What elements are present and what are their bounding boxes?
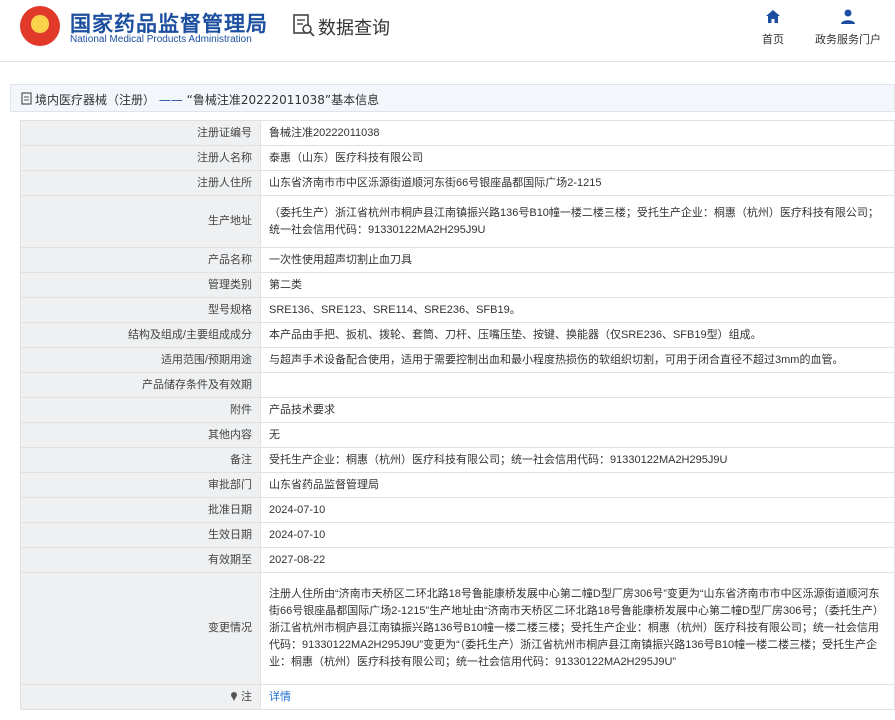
table-row: 批准日期 2024-07-10 [20,497,895,523]
site-header: ★ 国家药品监督管理局 National Medical Products Ad… [0,0,895,62]
field-value [260,372,895,398]
field-label: 适用范围/预期用途 [20,347,261,373]
field-value: 2027-08-22 [260,547,895,573]
table-row: 生产地址 （委托生产）浙江省杭州市桐庐县江南镇振兴路136号B10幢一楼二楼三楼… [20,195,895,248]
field-value: 注册人住所由“济南市天桥区二环北路18号鲁能康桥发展中心第二幢D型厂房306号”… [260,572,895,685]
breadcrumb-category[interactable]: 境内医疗器械（注册） [35,93,155,107]
section-title: 数据查询 [318,18,390,39]
field-value: 泰惠（山东）医疗科技有限公司 [260,145,895,171]
field-label: 结构及组成/主要组成成分 [20,322,261,348]
table-row: 审批部门 山东省药品监督管理局 [20,472,895,498]
table-row: 产品名称 一次性使用超声切割止血刀具 [20,247,895,273]
field-value: 2024-07-10 [260,522,895,548]
data-query-icon [293,14,315,37]
field-value: 山东省药品监督管理局 [260,472,895,498]
table-row: 适用范围/预期用途 与超声手术设备配合使用，适用于需要控制出血和最小程度热损伤的… [20,347,895,373]
field-value: 受托生产企业：桐惠（杭州）医疗科技有限公司；统一社会信用代码：91330122M… [260,447,895,473]
field-value: SRE136、SRE123、SRE114、SRE236、SFB19。 [260,297,895,323]
field-label: 产品储存条件及有效期 [20,372,261,398]
field-label: 注册人住所 [20,170,261,196]
table-row: 管理类别 第二类 [20,272,895,298]
field-label: 批准日期 [20,497,261,523]
home-icon [766,10,780,23]
field-label: 型号规格 [20,297,261,323]
field-value: 山东省济南市市中区泺源街道顺河东街66号银座晶都国际广场2-1215 [260,170,895,196]
table-row: 其他内容 无 [20,422,895,448]
table-row: 有效期至 2027-08-22 [20,547,895,573]
table-row: 注册人名称 泰惠（山东）医疗科技有限公司 [20,145,895,171]
field-value: 第二类 [260,272,895,298]
field-label: 附件 [20,397,261,423]
nav-home-label: 首页 [762,34,784,46]
field-value: 一次性使用超声切割止血刀具 [260,247,895,273]
brand-name-en: National Medical Products Administration [70,34,252,45]
field-label: 产品名称 [20,247,261,273]
field-value: 产品技术要求 [260,397,895,423]
field-value: 详情 [260,684,895,710]
field-label: 生效日期 [20,522,261,548]
field-value: 无 [260,422,895,448]
breadcrumb-text: 境内医疗器械（注册） —— “鲁械注准20222011038”基本信息 [35,91,379,108]
field-label: 备注 [20,447,261,473]
table-row: 注 详情 [20,684,895,710]
table-row: 注册人住所 山东省济南市市中区泺源街道顺河东街66号银座晶都国际广场2-1215 [20,170,895,196]
registration-info-table: 注册证编号 鲁械注准20222011038 注册人名称 泰惠（山东）医疗科技有限… [20,120,895,710]
nav-portal-label: 政务服务门户 [815,34,881,46]
breadcrumb: 境内医疗器械（注册） —— “鲁械注准20222011038”基本信息 [10,84,895,112]
table-row: 产品储存条件及有效期 [20,372,895,398]
nav-home[interactable]: 首页 [758,8,788,47]
table-row: 型号规格 SRE136、SRE123、SRE114、SRE236、SFB19。 [20,297,895,323]
national-emblem-logo: ★ [20,6,60,46]
table-row: 备注 受托生产企业：桐惠（杭州）医疗科技有限公司；统一社会信用代码：913301… [20,447,895,473]
breadcrumb-separator: —— [158,93,183,107]
field-label: 注册人名称 [20,145,261,171]
table-row: 生效日期 2024-07-10 [20,522,895,548]
table-row: 附件 产品技术要求 [20,397,895,423]
details-link[interactable]: 详情 [269,691,291,703]
nav-service-portal[interactable]: 政务服务门户 [812,8,884,47]
field-label: 变更情况 [20,572,261,685]
table-row: 变更情况 注册人住所由“济南市天桥区二环北路18号鲁能康桥发展中心第二幢D型厂房… [20,572,895,685]
table-row: 注册证编号 鲁械注准20222011038 [20,120,895,146]
field-label: 注 [20,684,261,710]
field-label: 生产地址 [20,195,261,248]
breadcrumb-record: “鲁械注准20222011038”基本信息 [186,93,380,107]
table-row: 结构及组成/主要组成成分 本产品由手把、扳机、拨轮、套筒、刀杆、压嘴压垫、按键、… [20,322,895,348]
pin-icon [231,691,237,701]
field-value: 本产品由手把、扳机、拨轮、套筒、刀杆、压嘴压垫、按键、换能器（仅SRE236、S… [260,322,895,348]
field-value: （委托生产）浙江省杭州市桐庐县江南镇振兴路136号B10幢一楼二楼三楼；受托生产… [260,195,895,248]
field-label: 管理类别 [20,272,261,298]
field-label: 审批部门 [20,472,261,498]
field-label: 其他内容 [20,422,261,448]
field-value: 鲁械注准20222011038 [260,120,895,146]
note-label: 注 [241,690,252,703]
field-value: 与超声手术设备配合使用，适用于需要控制出血和最小程度热损伤的软组织切割，可用于闭… [260,347,895,373]
field-label: 有效期至 [20,547,261,573]
field-value: 2024-07-10 [260,497,895,523]
user-icon [841,9,855,24]
field-label: 注册证编号 [20,120,261,146]
document-icon [21,92,32,105]
